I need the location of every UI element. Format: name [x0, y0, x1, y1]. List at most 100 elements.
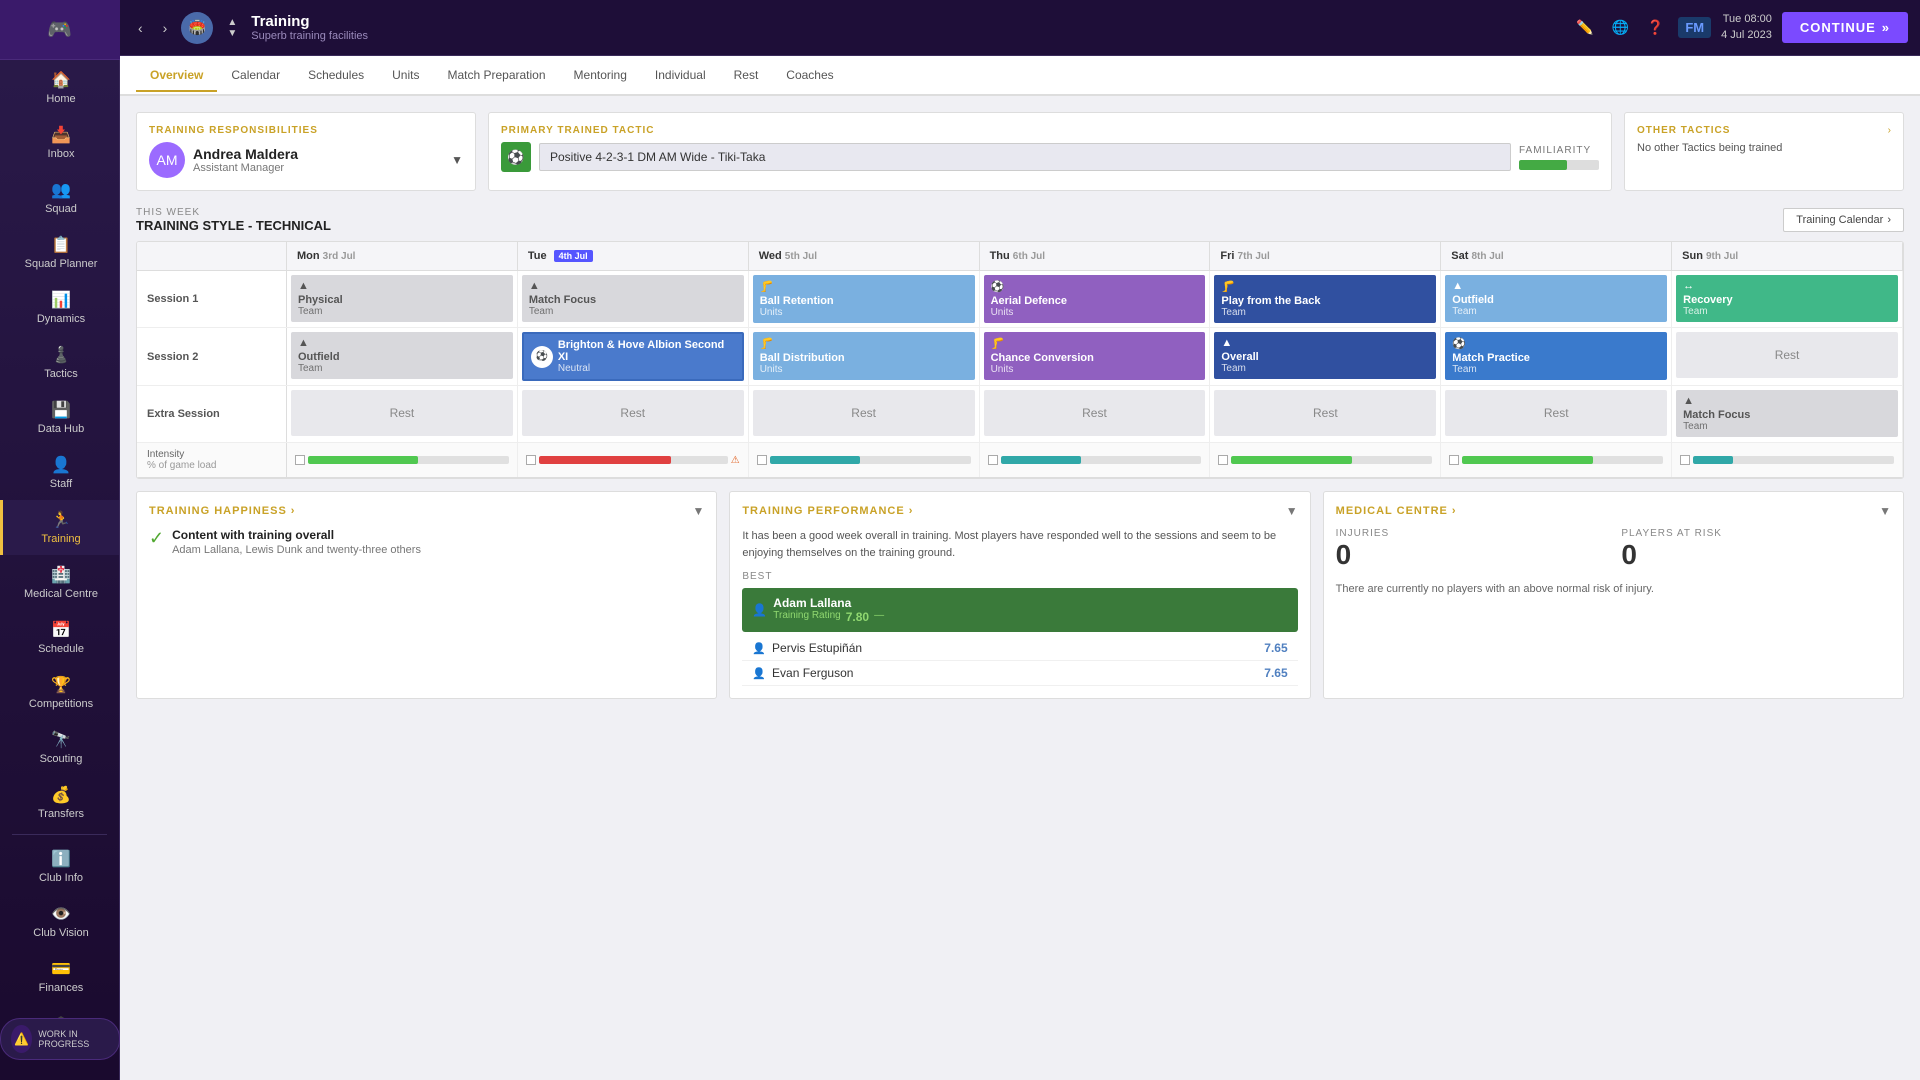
intensity-checkbox-tue[interactable]: [526, 455, 536, 465]
session-chance-conv[interactable]: 🦵 Chance Conversion Units: [984, 332, 1206, 380]
sidebar-item-club-vision[interactable]: 👁️ Club Vision: [0, 894, 119, 949]
happiness-expand-button[interactable]: ▼: [692, 504, 704, 518]
session1-sun[interactable]: ↔ Recovery Team: [1672, 271, 1903, 327]
sidebar-item-club-info[interactable]: ℹ️ Club Info: [0, 839, 119, 894]
staff-icon: 👤: [51, 455, 71, 475]
session-ball-dist[interactable]: 🦵 Ball Distribution Units: [753, 332, 975, 380]
session-physical-team[interactable]: ▲ Physical Team: [291, 275, 513, 322]
session2-sun[interactable]: Rest: [1672, 328, 1903, 385]
session-overall[interactable]: ▲ Overall Team: [1214, 332, 1436, 379]
training-calendar-button[interactable]: Training Calendar ›: [1783, 208, 1904, 232]
tab-overview[interactable]: Overview: [136, 60, 217, 92]
tab-match-prep[interactable]: Match Preparation: [433, 60, 559, 92]
tab-calendar[interactable]: Calendar: [217, 60, 294, 92]
sidebar-item-dynamics[interactable]: 📊 Dynamics: [0, 280, 119, 335]
tab-schedules[interactable]: Schedules: [294, 60, 378, 92]
intensity-checkbox-fri[interactable]: [1218, 455, 1228, 465]
sidebar-label-club-info: Club Info: [39, 872, 83, 884]
session-play-from-back[interactable]: 🦵 Play from the Back Team: [1214, 275, 1436, 323]
at-risk-value: 0: [1621, 539, 1891, 571]
extra-rest-thu[interactable]: Rest: [984, 390, 1206, 436]
extra-mon[interactable]: Rest: [287, 386, 518, 442]
globe-button[interactable]: 🌐: [1607, 15, 1632, 40]
day-date-thu: 6th Jul: [1013, 251, 1045, 262]
sidebar-item-transfers[interactable]: 💰 Transfers: [0, 775, 119, 830]
nav-forward-button[interactable]: ›: [157, 16, 174, 40]
sidebar-item-inbox[interactable]: 📥 Inbox: [0, 115, 119, 170]
session1-tue[interactable]: ▲ Match Focus Team: [518, 271, 749, 327]
sidebar-item-data-hub[interactable]: 💾 Data Hub: [0, 390, 119, 445]
continue-button[interactable]: CONTINUE »: [1782, 12, 1908, 43]
player-row-2[interactable]: 👤 Evan Ferguson 7.65: [742, 661, 1297, 686]
sidebar-item-home[interactable]: 🏠 Home: [0, 60, 119, 115]
session-rest-sun[interactable]: Rest: [1676, 332, 1898, 378]
session-ball-retention[interactable]: 🦵 Ball Retention Units: [753, 275, 975, 323]
session-aerial-defence[interactable]: ⚽ Aerial Defence Units: [984, 275, 1206, 323]
player-row-1[interactable]: 👤 Pervis Estupiñán 7.65: [742, 636, 1297, 661]
intensity-checkbox-thu[interactable]: [988, 455, 998, 465]
session2-thu[interactable]: 🦵 Chance Conversion Units: [980, 328, 1211, 385]
nav-up-button[interactable]: ▲▼: [221, 13, 243, 43]
session1-thu[interactable]: ⚽ Aerial Defence Units: [980, 271, 1211, 327]
nav-back-button[interactable]: ‹: [132, 16, 149, 40]
session2-sat[interactable]: ⚽ Match Practice Team: [1441, 328, 1672, 385]
sidebar-item-finances[interactable]: 💳 Finances: [0, 949, 119, 1004]
session-outfield-mon[interactable]: ▲ Outfield Team: [291, 332, 513, 379]
wip-badge[interactable]: ⚠️ WORK IN PROGRESS: [0, 1018, 120, 1060]
session2-tue[interactable]: ⚽ Brighton & Hove Albion Second XI Neutr…: [518, 328, 749, 385]
sidebar-item-tactics[interactable]: ♟️ Tactics: [0, 335, 119, 390]
sidebar-item-squad[interactable]: 👥 Squad: [0, 170, 119, 225]
edit-button[interactable]: ✏️: [1572, 15, 1597, 40]
intensity-checkbox-sat[interactable]: [1449, 455, 1459, 465]
tab-rest[interactable]: Rest: [720, 60, 773, 92]
extra-rest-fri[interactable]: Rest: [1214, 390, 1436, 436]
help-button[interactable]: ❓: [1643, 15, 1668, 40]
sidebar-item-squad-planner[interactable]: 📋 Squad Planner: [0, 225, 119, 280]
sidebar-item-medical[interactable]: 🏥 Medical Centre: [0, 555, 119, 610]
session1-mon[interactable]: ▲ Physical Team: [287, 271, 518, 327]
session1-fri[interactable]: 🦵 Play from the Back Team: [1210, 271, 1441, 327]
session-brighton-match[interactable]: ⚽ Brighton & Hove Albion Second XI Neutr…: [522, 332, 744, 381]
extra-sun[interactable]: ▲ Match Focus Team: [1672, 386, 1903, 442]
performance-expand-button[interactable]: ▼: [1286, 504, 1298, 518]
session1-wed[interactable]: 🦵 Ball Retention Units: [749, 271, 980, 327]
medical-expand-button[interactable]: ▼: [1879, 504, 1891, 518]
session-match-focus-team[interactable]: ▲ Match Focus Team: [522, 275, 744, 322]
sidebar-item-training[interactable]: 🏃 Training: [0, 500, 119, 555]
intensity-checkbox-sun[interactable]: [1680, 455, 1690, 465]
session-outfield-team[interactable]: ▲ Outfield Team: [1445, 275, 1667, 322]
session2-wed[interactable]: 🦵 Ball Distribution Units: [749, 328, 980, 385]
extra-rest-mon[interactable]: Rest: [291, 390, 513, 436]
tab-individual[interactable]: Individual: [641, 60, 720, 92]
session2-fri[interactable]: ▲ Overall Team: [1210, 328, 1441, 385]
extra-rest-wed[interactable]: Rest: [753, 390, 975, 436]
best-player-rating: 7.80: [846, 610, 869, 624]
session-recovery[interactable]: ↔ Recovery Team: [1676, 275, 1898, 322]
sidebar-item-scouting[interactable]: 🔭 Scouting: [0, 720, 119, 775]
extra-fri[interactable]: Rest: [1210, 386, 1441, 442]
tab-units[interactable]: Units: [378, 60, 433, 92]
tab-coaches[interactable]: Coaches: [772, 60, 847, 92]
intensity-checkbox-mon[interactable]: [295, 455, 305, 465]
extra-tue[interactable]: Rest: [518, 386, 749, 442]
session2-mon[interactable]: ▲ Outfield Team: [287, 328, 518, 385]
brighton-match-name: Brighton & Hove Albion Second XI: [558, 339, 735, 363]
session-match-practice[interactable]: ⚽ Match Practice Team: [1445, 332, 1667, 380]
tactic-select[interactable]: Positive 4-2-3-1 DM AM Wide - Tiki-Taka: [539, 143, 1511, 171]
sidebar-item-staff[interactable]: 👤 Staff: [0, 445, 119, 500]
finances-icon: 💳: [51, 959, 71, 979]
sidebar-item-schedule[interactable]: 📅 Schedule: [0, 610, 119, 665]
extra-sat[interactable]: Rest: [1441, 386, 1672, 442]
performance-chevron-icon: ›: [909, 505, 914, 517]
best-player-row[interactable]: 👤 Adam Lallana Training Rating 7.80 —: [742, 588, 1297, 632]
tab-mentoring[interactable]: Mentoring: [560, 60, 641, 92]
resp-expand-button[interactable]: ▼: [451, 153, 463, 167]
extra-wed[interactable]: Rest: [749, 386, 980, 442]
session1-sat[interactable]: ▲ Outfield Team: [1441, 271, 1672, 327]
extra-rest-tue[interactable]: Rest: [522, 390, 744, 436]
session-match-focus-sun[interactable]: ▲ Match Focus Team: [1676, 390, 1898, 437]
extra-rest-sat[interactable]: Rest: [1445, 390, 1667, 436]
extra-thu[interactable]: Rest: [980, 386, 1211, 442]
intensity-checkbox-wed[interactable]: [757, 455, 767, 465]
sidebar-item-competitions[interactable]: 🏆 Competitions: [0, 665, 119, 720]
